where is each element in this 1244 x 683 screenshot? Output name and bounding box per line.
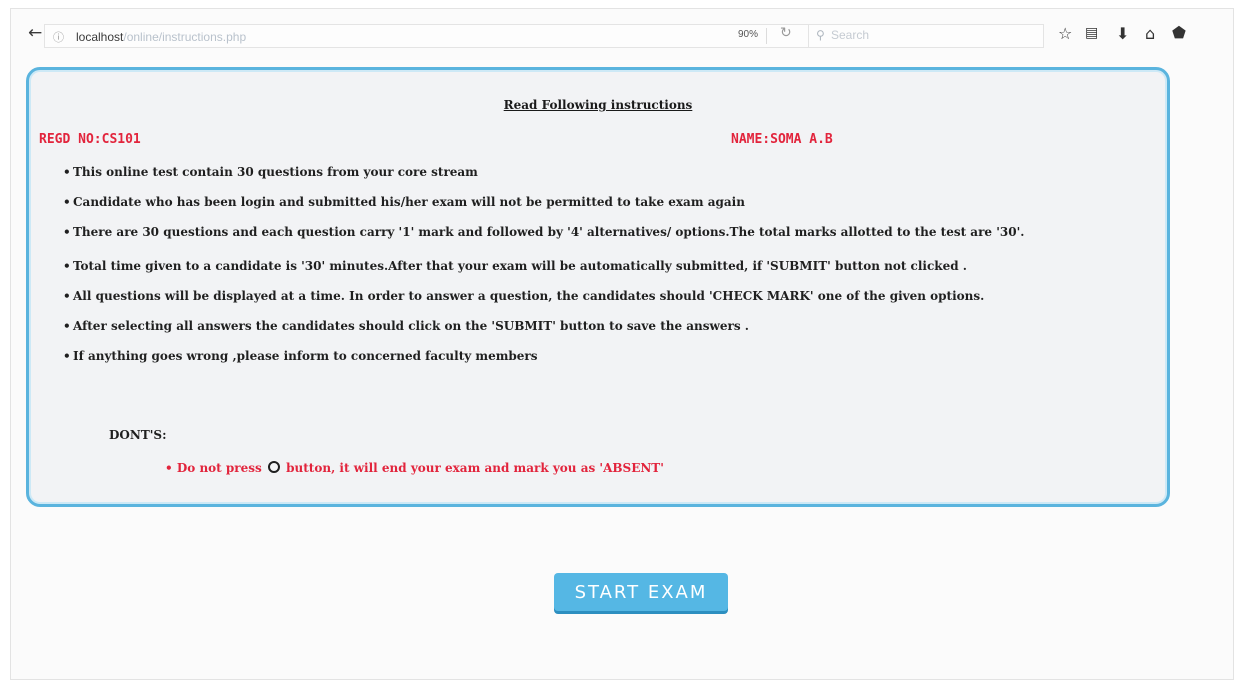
start-exam-button[interactable]: START EXAM [554, 573, 728, 611]
reload-ring-icon [267, 461, 280, 473]
back-arrow-icon[interactable]: ← [28, 23, 42, 43]
list-item: • If anything goes wrong ,please inform t… [63, 349, 538, 363]
candidate-name: NAME:SOMA A.B [731, 132, 833, 147]
url-path: /online/instructions.php [123, 30, 247, 44]
zoom-level[interactable]: 90% [738, 29, 758, 40]
search-icon: ⚲ [816, 28, 825, 42]
home-icon[interactable]: ⌂ [1145, 24, 1155, 43]
search-input[interactable] [831, 28, 1031, 42]
search-bar[interactable]: ⚲ [808, 24, 1044, 48]
page-title: Read Following instructions [503, 98, 693, 112]
list-item: • Candidate who has been login and submit… [63, 195, 745, 209]
instruction-list: • This online test contain 30 questions f… [63, 166, 1143, 380]
regd-number: REGD NO:CS101 [39, 132, 141, 147]
instructions-panel: Read Following instructions REGD NO:CS10… [26, 67, 1170, 507]
pocket-icon[interactable]: ⬟ [1172, 23, 1186, 42]
reload-icon[interactable]: ↻ [780, 25, 792, 41]
url-host: localhost [76, 30, 124, 44]
list-item: • Total time given to a candidate is '30'… [63, 259, 967, 273]
donts-warning: • Do not press button, it will end your … [165, 461, 664, 475]
donts-text-after: button, it will end your exam and mark y… [286, 461, 664, 475]
list-item: • There are 30 questions and each questio… [63, 225, 1025, 239]
toolbar-divider [766, 28, 767, 44]
browser-toolbar: ← ⓘ localhost/online/instructions.php 90… [10, 14, 1234, 56]
donts-text-before: Do not press [176, 461, 262, 475]
list-item: • After selecting all answers the candida… [63, 319, 749, 333]
reading-list-icon[interactable]: ▤ [1085, 25, 1098, 41]
url-bar[interactable]: ⓘ localhost/online/instructions.php [44, 24, 810, 48]
list-item: • This online test contain 30 questions f… [63, 165, 478, 179]
donts-heading: DONT'S: [109, 428, 167, 442]
download-icon[interactable]: ⬇ [1116, 24, 1129, 43]
list-item: • All questions will be displayed at a ti… [63, 289, 985, 303]
bookmark-star-icon[interactable]: ☆ [1058, 24, 1072, 43]
info-icon[interactable]: ⓘ [53, 29, 64, 45]
